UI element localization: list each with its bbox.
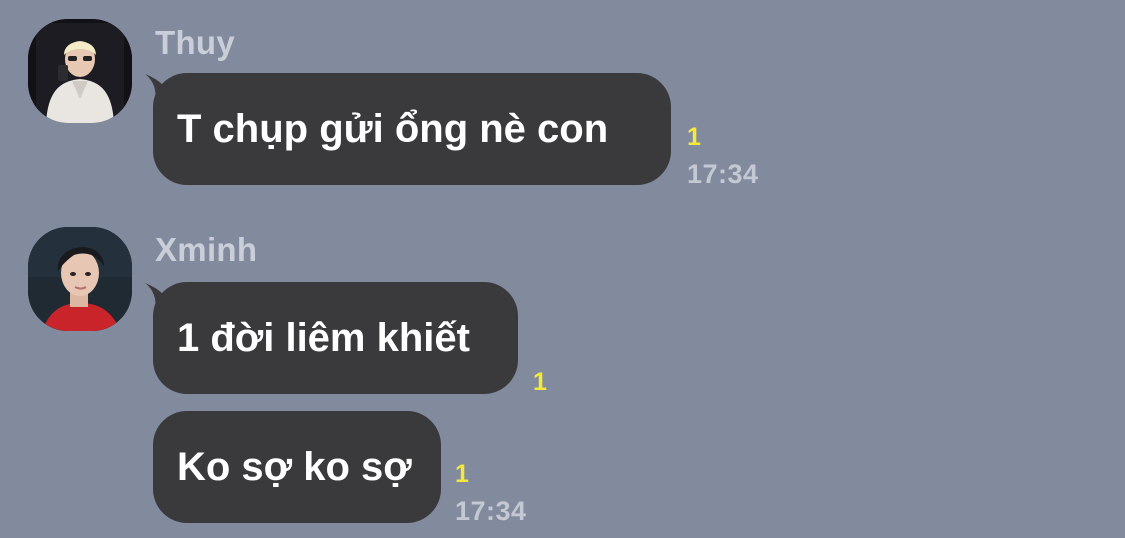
message-text: 1 đời liêm khiết xyxy=(177,315,470,360)
unread-count: 1 xyxy=(687,123,701,151)
unread-count: 1 xyxy=(455,460,469,488)
message-bubble[interactable]: 1 đời liêm khiết xyxy=(153,282,518,394)
message-bubble[interactable]: T chụp gửi ổng nè con xyxy=(153,73,671,185)
unread-count: 1 xyxy=(533,368,547,396)
avatar[interactable] xyxy=(28,19,132,123)
message-text: Ko sợ ko sợ xyxy=(177,444,412,489)
message-text: T chụp gửi ổng nè con xyxy=(177,106,609,151)
avatar[interactable] xyxy=(28,227,132,331)
message-time: 17:34 xyxy=(687,159,759,189)
sender-name: Xminh xyxy=(155,231,258,268)
sender-name: Thuy xyxy=(155,24,236,61)
message-bubble[interactable]: Ko sợ ko sợ xyxy=(153,411,441,523)
message-time: 17:34 xyxy=(455,496,527,526)
chat-message-list[interactable]: Thuy T chụp gửi ổng nè con 1 17:34 Xminh… xyxy=(0,0,1125,538)
